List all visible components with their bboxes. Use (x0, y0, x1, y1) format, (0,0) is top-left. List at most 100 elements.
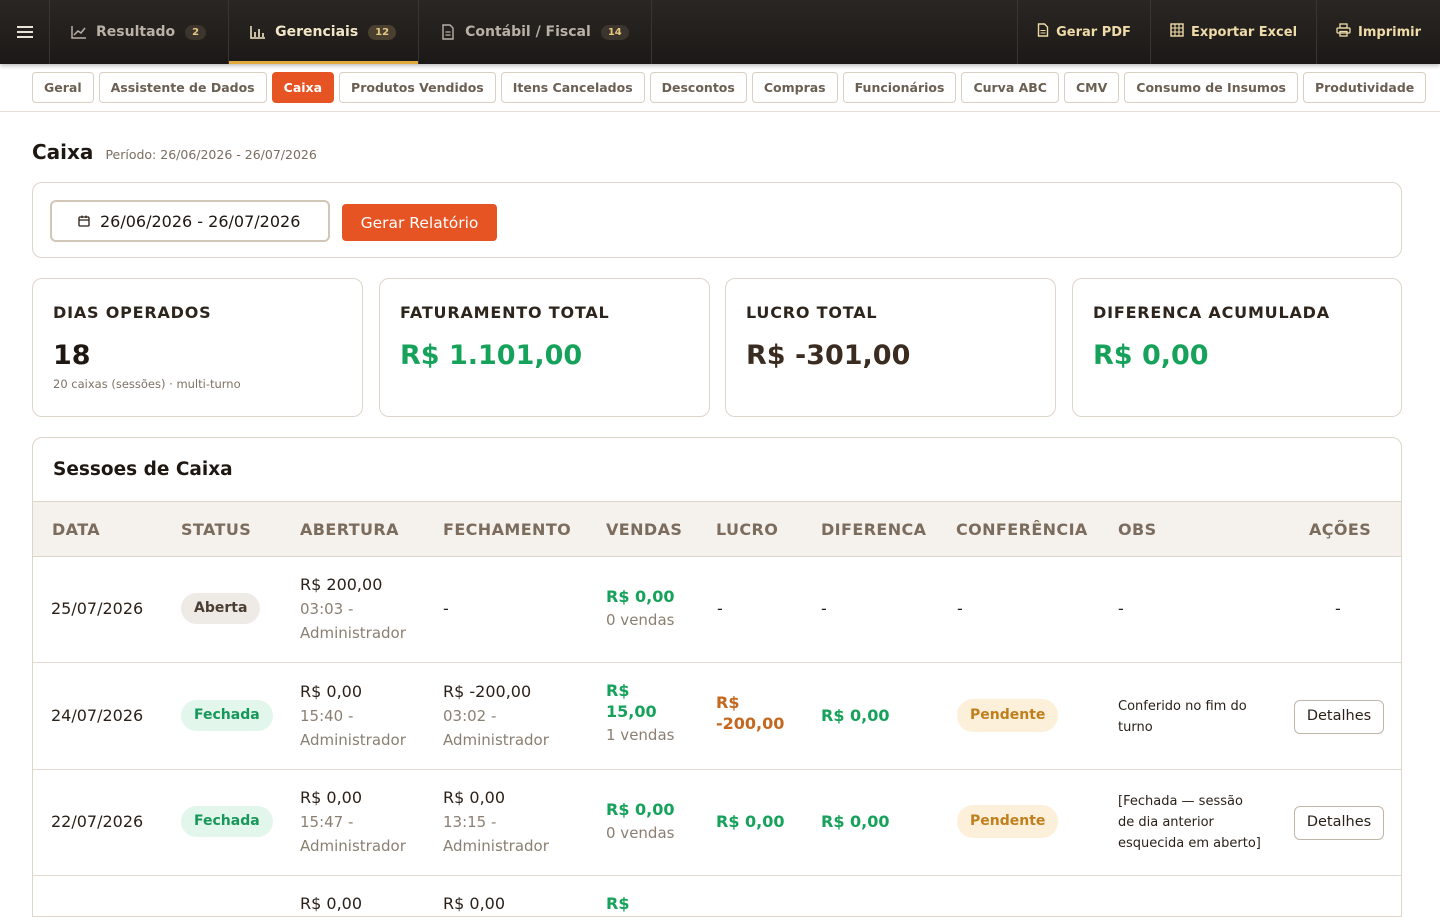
subtab-cmv[interactable]: CMV (1064, 72, 1120, 103)
opening-value: R$ 0,00 (300, 788, 363, 807)
details-button[interactable]: Detalhes (1294, 806, 1384, 840)
opening-meta: 03:03 - Administrador (300, 600, 406, 642)
tab-count-badge: 14 (600, 24, 629, 40)
generate-report-button[interactable]: Gerar Relatório (342, 204, 497, 241)
sales-cell: R$ 0,00 0 vendas (606, 585, 675, 632)
row-date: 24/07/2026 (51, 706, 144, 725)
sales-currency: R$ (606, 681, 630, 700)
obs-cell: [Fechada — sessão de dia anterior esquec… (1118, 792, 1263, 854)
sales-cell: R$ 15,00 1 vendas (606, 677, 674, 747)
obs-text: Conferido no fim do turno (1118, 699, 1247, 735)
subtab-assistente-de-dados[interactable]: Assistente de Dados (98, 72, 267, 103)
col-header-fechamento: FECHAMENTO (443, 520, 572, 539)
subtab-funcionarios[interactable]: Funcionários (842, 72, 957, 103)
export-excel-button[interactable]: Exportar Excel (1149, 0, 1316, 64)
subtab-produtividade[interactable]: Produtividade (1302, 72, 1427, 103)
status-cell: Aberta (181, 593, 261, 624)
line-chart-icon (70, 23, 88, 41)
table-row: R$ 0,00 R$ 0,00 R$ (33, 876, 1401, 916)
status-cell: Fechada (181, 700, 273, 731)
actions-cell: Detalhes (1294, 700, 1384, 734)
check-cell: - (957, 599, 963, 618)
export-excel-label: Exportar Excel (1190, 24, 1298, 40)
opening-meta: 15:40 - Administrador (300, 707, 406, 749)
col-header-acoes: AÇÕES (1309, 520, 1372, 539)
print-button[interactable]: Imprimir (1316, 0, 1440, 64)
kpi-value: 18 (53, 340, 91, 371)
status-cell: Fechada (181, 806, 273, 837)
subtab-geral[interactable]: Geral (32, 72, 94, 103)
sales-value: R$ 0,00 (606, 587, 675, 606)
calendar-icon (78, 212, 90, 231)
row-date: 22/07/2026 (51, 812, 144, 831)
subtab-itens-cancelados[interactable]: Itens Cancelados (500, 72, 645, 103)
sales-cell: R$ 0,00 0 vendas (606, 798, 675, 845)
subtab-curva-abc[interactable]: Curva ABC (961, 72, 1059, 103)
col-header-abertura: ABERTURA (300, 520, 399, 539)
filter-card: 26/06/2026 - 26/07/2026 Gerar Relatório (32, 182, 1402, 258)
details-button[interactable]: Detalhes (1294, 700, 1384, 734)
status-badge: Fechada (181, 806, 273, 837)
closing-value: R$ 0,00 (443, 894, 506, 913)
difference-cell: - (821, 599, 827, 618)
table-row: 25/07/2026 Aberta R$ 200,00 03:03 - Admi… (33, 557, 1401, 663)
sessions-title: Sessoes de Caixa (33, 438, 1401, 502)
obs-cell: Conferido no fim do turno (1118, 697, 1253, 739)
tab-label: Resultado (96, 24, 176, 40)
profit-cell: R$ 0,00 (716, 812, 785, 831)
sales-value: 15,00 (606, 702, 657, 722)
profit-value: -200,00 (716, 714, 785, 734)
closing-cell: R$ -200,00 03:02 - Administrador (443, 680, 573, 752)
closing-cell: - (443, 599, 449, 618)
kpi-value: R$ -301,00 (746, 340, 911, 371)
kpi-accumulated-difference: DIFERENCA ACUMULADA R$ 0,00 (1072, 278, 1402, 417)
subtab-consumo-de-insumos[interactable]: Consumo de Insumos (1124, 72, 1298, 103)
opening-meta: 15:47 - Administrador (300, 813, 406, 855)
closing-value: R$ 0,00 (443, 788, 506, 807)
col-header-diferenca: DIFERENCA (821, 520, 927, 539)
closing-meta: 03:02 - Administrador (443, 707, 549, 749)
actions-cell: - (1335, 599, 1341, 618)
bar-chart-icon (249, 23, 267, 41)
difference-cell: R$ 0,00 (821, 706, 890, 725)
kpi-label: DIFERENCA ACUMULADA (1093, 303, 1330, 322)
tab-count-badge: 2 (185, 24, 207, 40)
period-text: Período: 26/06/2026 - 26/07/2026 (105, 147, 317, 162)
col-header-lucro: LUCRO (716, 520, 779, 539)
table-header: DATA STATUS ABERTURA FECHAMENTO VENDAS L… (33, 502, 1401, 557)
check-cell: Pendente (957, 805, 1059, 838)
printer-icon (1336, 23, 1351, 41)
document-icon (439, 23, 457, 41)
check-badge: Pendente (957, 805, 1059, 838)
col-header-conferencia: CONFERÊNCIA (956, 520, 1088, 539)
sales-count: 0 vendas (606, 824, 675, 842)
kpi-total-profit: LUCRO TOTAL R$ -301,00 (725, 278, 1056, 417)
tab-label: Gerenciais (275, 24, 359, 40)
tab-count-badge: 12 (368, 24, 397, 40)
tab-resultado[interactable]: Resultado 2 (50, 0, 230, 64)
tab-contabil-fiscal[interactable]: Contábil / Fiscal 14 (419, 0, 652, 64)
subtab-produtos-vendidos[interactable]: Produtos Vendidos (339, 72, 496, 103)
closing-value: R$ -200,00 (443, 682, 532, 701)
actions-cell: Detalhes (1294, 806, 1384, 840)
profit-cell: - (717, 599, 723, 618)
sales-count: 0 vendas (606, 611, 675, 629)
date-range-picker[interactable]: 26/06/2026 - 26/07/2026 (50, 200, 330, 242)
subtab-caixa[interactable]: Caixa (271, 72, 335, 103)
page-heading: Caixa Período: 26/06/2026 - 26/07/2026 (32, 140, 317, 164)
kpi-total-revenue: FATURAMENTO TOTAL R$ 1.101,00 (379, 278, 710, 417)
profit-currency: R$ (716, 693, 740, 712)
menu-button[interactable] (0, 0, 50, 64)
opening-value: R$ 0,00 (300, 682, 363, 701)
subtab-descontos[interactable]: Descontos (649, 72, 747, 103)
kpi-value: R$ 0,00 (1093, 340, 1209, 371)
row-date: 25/07/2026 (51, 599, 144, 618)
generate-pdf-button[interactable]: Gerar PDF (1017, 0, 1150, 64)
subtab-compras[interactable]: Compras (751, 72, 838, 103)
col-header-status: STATUS (181, 520, 252, 539)
sales-count: 1 vendas (606, 726, 675, 745)
tab-gerenciais[interactable]: Gerenciais 12 (229, 0, 420, 64)
top-bar: Resultado 2 Gerenciais 12 Contábil / Fis… (0, 0, 1440, 64)
opening-value: R$ 0,00 (300, 894, 363, 913)
